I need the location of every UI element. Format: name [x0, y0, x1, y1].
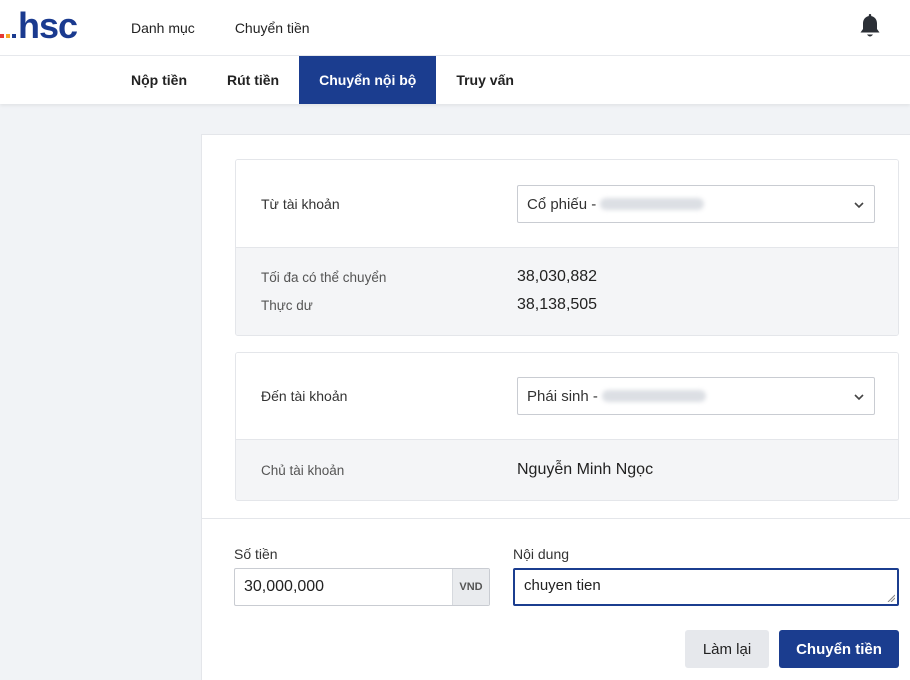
tab-rut-tien[interactable]: Rút tiền [207, 56, 299, 104]
to-account-selected: Phái sinh - [527, 387, 598, 405]
max-transfer-label: Tối đa có thể chuyển [261, 270, 387, 285]
from-account-card: Từ tài khoản Cổ phiếu - Tối đa có thể ch… [235, 159, 899, 336]
max-transfer-value: 38,030,882 [517, 268, 598, 285]
transfer-panel: Từ tài khoản Cổ phiếu - Tối đa có thể ch… [201, 134, 910, 680]
hsc-logo[interactable]: hsc [0, 5, 78, 46]
tab-nop-tien[interactable]: Nộp tiền [111, 56, 207, 104]
bell-icon[interactable] [857, 13, 883, 41]
submit-transfer-button[interactable]: Chuyển tiền [779, 630, 899, 668]
section-divider [202, 518, 910, 519]
note-field: chuyen tien [513, 568, 899, 606]
amount-input[interactable] [235, 569, 452, 605]
reset-button[interactable]: Làm lại [685, 630, 769, 668]
actual-balance-value: 38,138,505 [517, 296, 598, 313]
from-account-label: Từ tài khoản [261, 196, 340, 212]
to-account-label: Đến tài khoản [261, 388, 348, 404]
note-label: Nội dung [513, 546, 570, 562]
from-account-selected: Cổ phiếu - [527, 195, 597, 213]
tab-chuyen-noi-bo[interactable]: Chuyển nội bộ [299, 56, 437, 104]
actual-balance-label: Thực dư [261, 298, 313, 313]
resize-grip-icon[interactable] [887, 594, 895, 602]
amount-field: VND [234, 568, 490, 606]
tab-truy-van[interactable]: Truy vấn [436, 56, 534, 104]
nav-danh-muc[interactable]: Danh mục [131, 20, 195, 36]
logo-dot-red [0, 34, 4, 38]
note-input[interactable]: chuyen tien [515, 570, 897, 604]
from-account-details: Tối đa có thể chuyển 38,030,882 Thực dư … [236, 248, 898, 335]
top-bar: hsc Danh mục Chuyển tiền [0, 0, 910, 56]
to-account-card: Đến tài khoản Phái sinh - Chủ tài khoản … [235, 352, 899, 501]
tab-list: Nộp tiền Rút tiền Chuyển nội bộ Truy vấn [111, 56, 534, 104]
chevron-down-icon [854, 202, 864, 209]
owner-label: Chủ tài khoản [261, 463, 345, 478]
from-account-select[interactable]: Cổ phiếu - [517, 185, 875, 223]
currency-unit: VND [452, 569, 489, 605]
nav-chuyen-tien[interactable]: Chuyển tiền [235, 20, 310, 36]
redacted-account-number [600, 198, 705, 210]
top-nav: Danh mục Chuyển tiền [131, 0, 310, 56]
logo-dot-yellow [6, 34, 10, 38]
to-account-header: Đến tài khoản Phái sinh - [236, 353, 898, 440]
sub-nav-bar: Nộp tiền Rút tiền Chuyển nội bộ Truy vấn [0, 56, 910, 104]
to-account-select[interactable]: Phái sinh - [517, 377, 875, 415]
logo-dots [0, 34, 16, 38]
logo-dot-blue [12, 34, 16, 38]
chevron-down-icon [854, 394, 864, 401]
owner-value: Nguyễn Minh Ngọc [517, 461, 654, 478]
to-account-details: Chủ tài khoản Nguyễn Minh Ngọc [236, 440, 898, 500]
logo-text: hsc [18, 5, 78, 46]
amount-label: Số tiền [234, 546, 278, 562]
from-account-header: Từ tài khoản Cổ phiếu - [236, 160, 898, 248]
redacted-account-number [601, 390, 706, 402]
